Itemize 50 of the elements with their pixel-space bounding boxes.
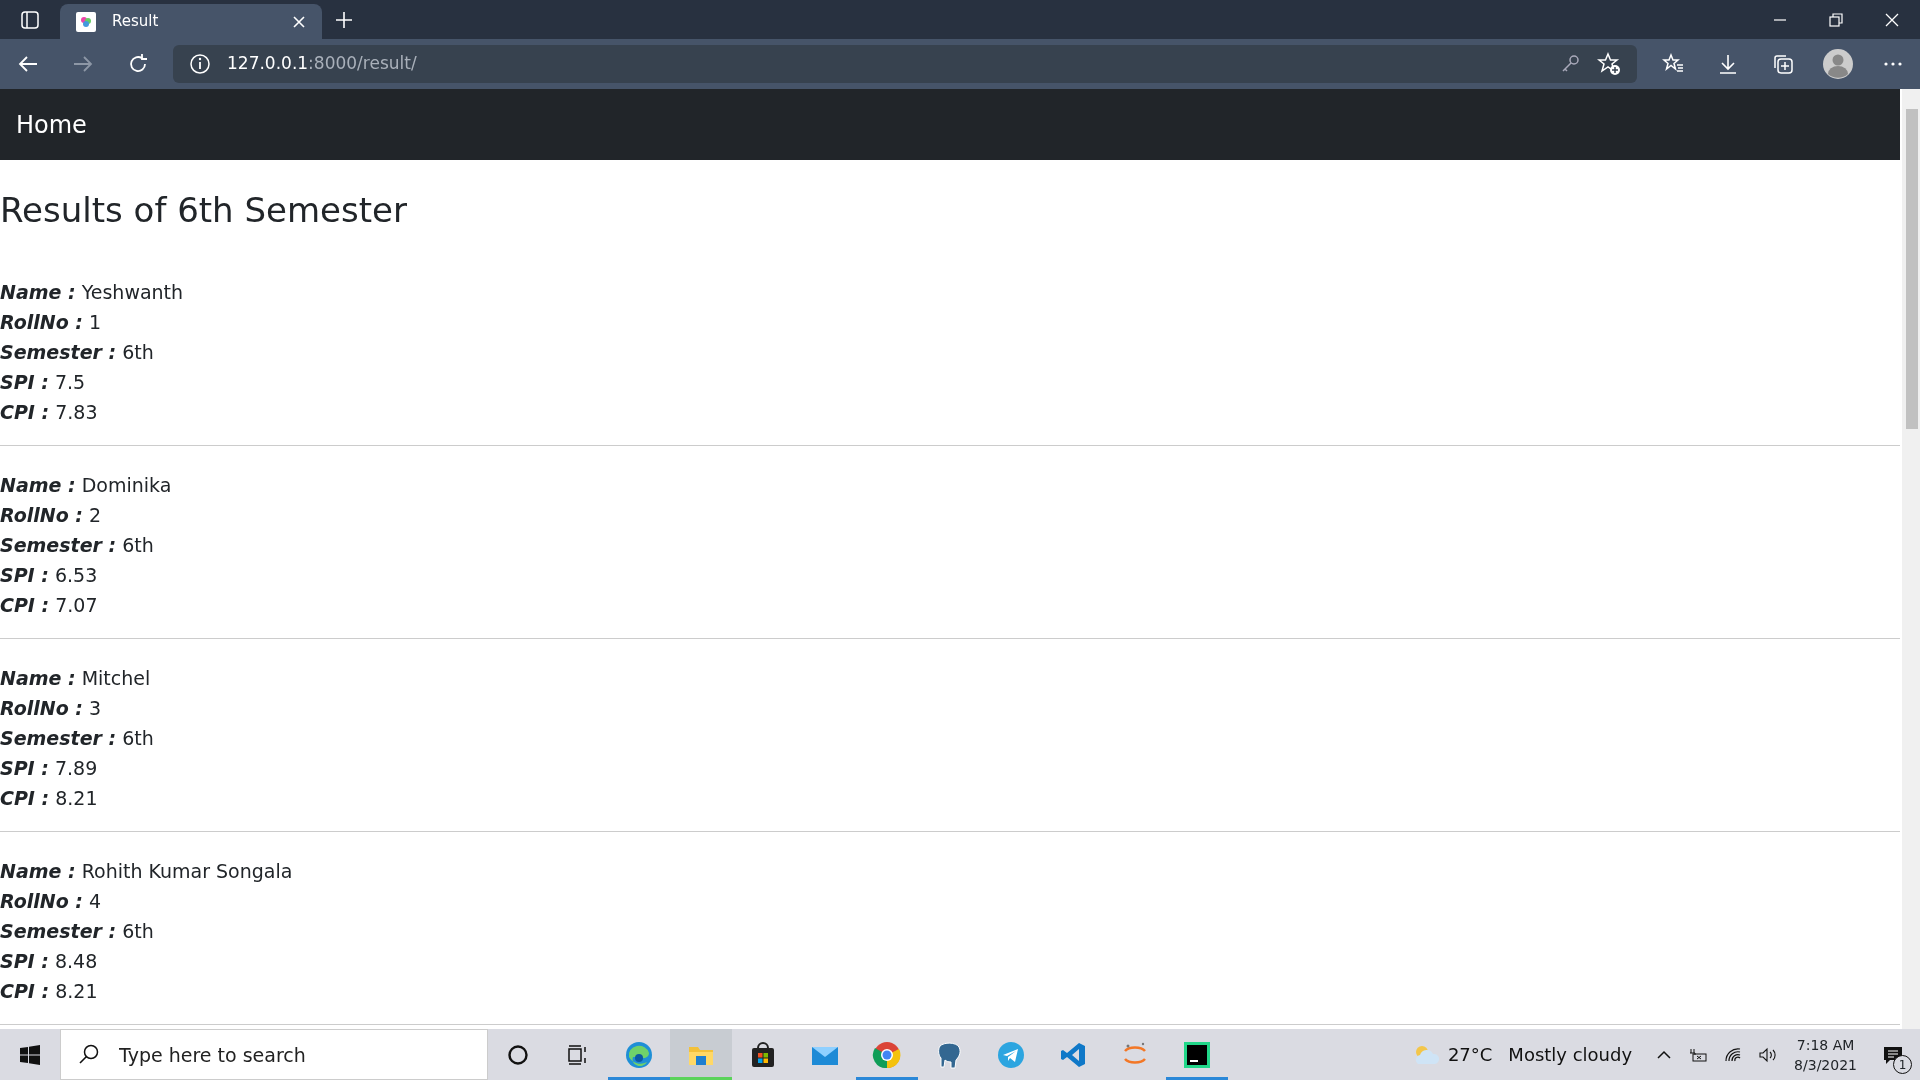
- field-label: RollNo :: [0, 889, 83, 912]
- field-value: 6th: [122, 340, 154, 363]
- browser-tab[interactable]: Result: [60, 4, 322, 39]
- field-label: CPI :: [0, 786, 50, 809]
- address-field[interactable]: 127.0.0.1:8000/result/: [227, 51, 417, 77]
- field-label: RollNo :: [0, 310, 83, 333]
- field-value: 6th: [122, 919, 154, 942]
- field-label: RollNo :: [0, 503, 83, 526]
- field-value: 7.07: [55, 593, 98, 616]
- time-text: 7:18 AM: [1795, 1035, 1856, 1055]
- field-value: Mitchel: [81, 666, 151, 689]
- date-text: 8/3/2021: [1794, 1055, 1857, 1075]
- field-value: 8.21: [55, 786, 98, 809]
- field-label: SPI :: [0, 563, 49, 586]
- field-value: 3: [89, 696, 102, 719]
- field-value: Dominika: [81, 473, 172, 496]
- notification-count: 1: [1893, 1055, 1912, 1074]
- field-label: CPI :: [0, 400, 50, 423]
- field-value: 6th: [122, 726, 154, 749]
- field-label: Semester :: [0, 919, 117, 942]
- page-heading: Results of 6th Semester: [0, 190, 408, 231]
- field-value: 6.53: [54, 563, 98, 586]
- field-value: 6th: [122, 533, 154, 556]
- field-value: Rohith Kumar Songala: [81, 859, 293, 882]
- weather-text[interactable]: Mostly cloudy: [1508, 1041, 1633, 1068]
- field-label: Semester :: [0, 533, 117, 556]
- field-label: Name :: [0, 666, 76, 689]
- field-label: SPI :: [0, 949, 49, 972]
- field-label: SPI :: [0, 370, 49, 393]
- field-value: 7.89: [54, 756, 98, 779]
- field-label: RollNo :: [0, 696, 83, 719]
- field-label: CPI :: [0, 593, 50, 616]
- field-value: Yeshwanth: [81, 280, 184, 303]
- field-label: SPI :: [0, 756, 49, 779]
- field-label: Name :: [0, 859, 76, 882]
- field-label: Name :: [0, 473, 76, 496]
- field-label: Name :: [0, 280, 76, 303]
- field-label: Semester :: [0, 726, 117, 749]
- search-field[interactable]: Type here to search: [60, 1029, 488, 1080]
- field-value: 7.5: [54, 370, 86, 393]
- field-value: 1: [89, 310, 102, 333]
- field-value: 7.83: [55, 400, 98, 423]
- field-label: Semester :: [0, 340, 117, 363]
- field-label: CPI :: [0, 979, 50, 1002]
- field-value: 8.48: [54, 949, 98, 972]
- field-value: 8.21: [55, 979, 98, 1002]
- home-link[interactable]: Home: [16, 106, 87, 143]
- field-value: 4: [89, 889, 102, 912]
- temperature-text[interactable]: 27°C: [1447, 1041, 1493, 1068]
- field-value: 2: [89, 503, 102, 526]
